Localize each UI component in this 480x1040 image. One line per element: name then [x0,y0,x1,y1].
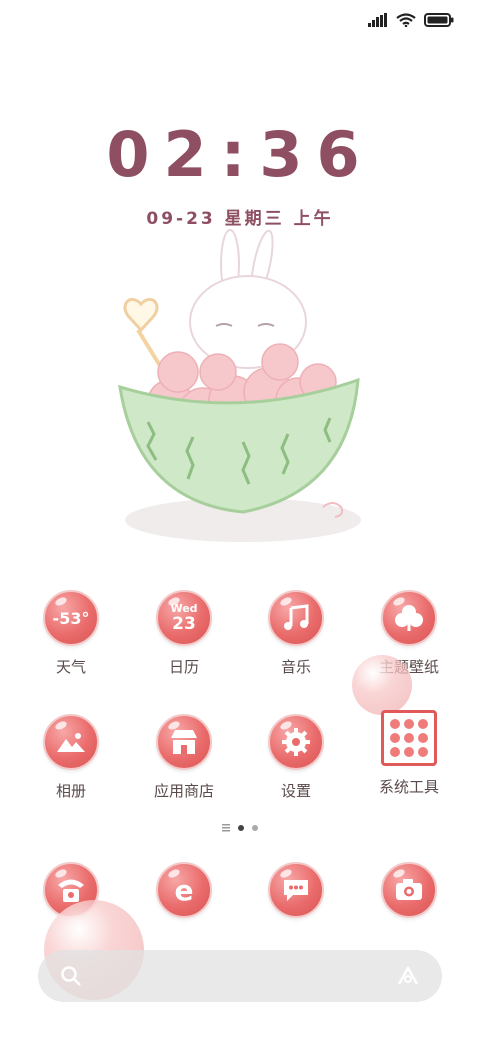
page-dot [252,825,258,831]
browser-e-icon[interactable]: e [156,862,212,918]
music-note-icon[interactable] [268,590,324,646]
clover-icon[interactable] [381,590,437,646]
signal-icon [368,13,387,27]
app-label-settings: 设置 [280,782,311,800]
calendar-date: 23 [172,614,196,634]
dock-messages[interactable] [241,862,351,918]
assistant-icon[interactable] [396,965,420,987]
app-label-weather: 天气 [55,658,86,676]
folder-grid-icon[interactable] [381,710,437,766]
app-gallery[interactable]: 相册 [16,714,126,801]
bunny-watermelon-illustration [118,229,361,542]
dock-camera[interactable] [354,862,464,918]
search-icon[interactable] [60,965,82,987]
app-calendar[interactable]: Wed 23 日历 [129,590,239,677]
search-bar[interactable] [38,950,442,1002]
app-label-music: 音乐 [280,658,311,676]
decorative-bubble [352,655,412,715]
page-dot-active [238,825,244,831]
app-label-calendar: 日历 [168,658,199,676]
status-bar [368,8,454,32]
weather-temp: -53° [52,608,90,628]
message-bubble-icon[interactable] [268,862,324,918]
wifi-icon [396,13,416,27]
app-label-gallery: 相册 [55,782,86,800]
camera-icon[interactable] [381,862,437,918]
clock-time[interactable]: 02:36 [0,118,480,191]
app-system-tools[interactable]: 系统工具 [354,710,464,797]
calendar-icon[interactable]: Wed 23 [156,590,212,646]
app-weather[interactable]: -53° 天气 [16,590,126,677]
app-settings[interactable]: 设置 [241,714,351,801]
dock-browser[interactable]: e [129,862,239,918]
weather-icon[interactable]: -53° [43,590,99,646]
app-label-store: 应用商店 [153,782,214,800]
gear-icon[interactable] [268,714,324,770]
menu-lines-icon [222,824,230,832]
battery-icon [424,13,454,27]
page-indicator[interactable] [0,824,480,832]
app-label-system-tools: 系统工具 [378,778,439,796]
shop-icon[interactable] [156,714,212,770]
mountain-photo-icon[interactable] [43,714,99,770]
app-music[interactable]: 音乐 [241,590,351,677]
app-store[interactable]: 应用商店 [129,714,239,801]
